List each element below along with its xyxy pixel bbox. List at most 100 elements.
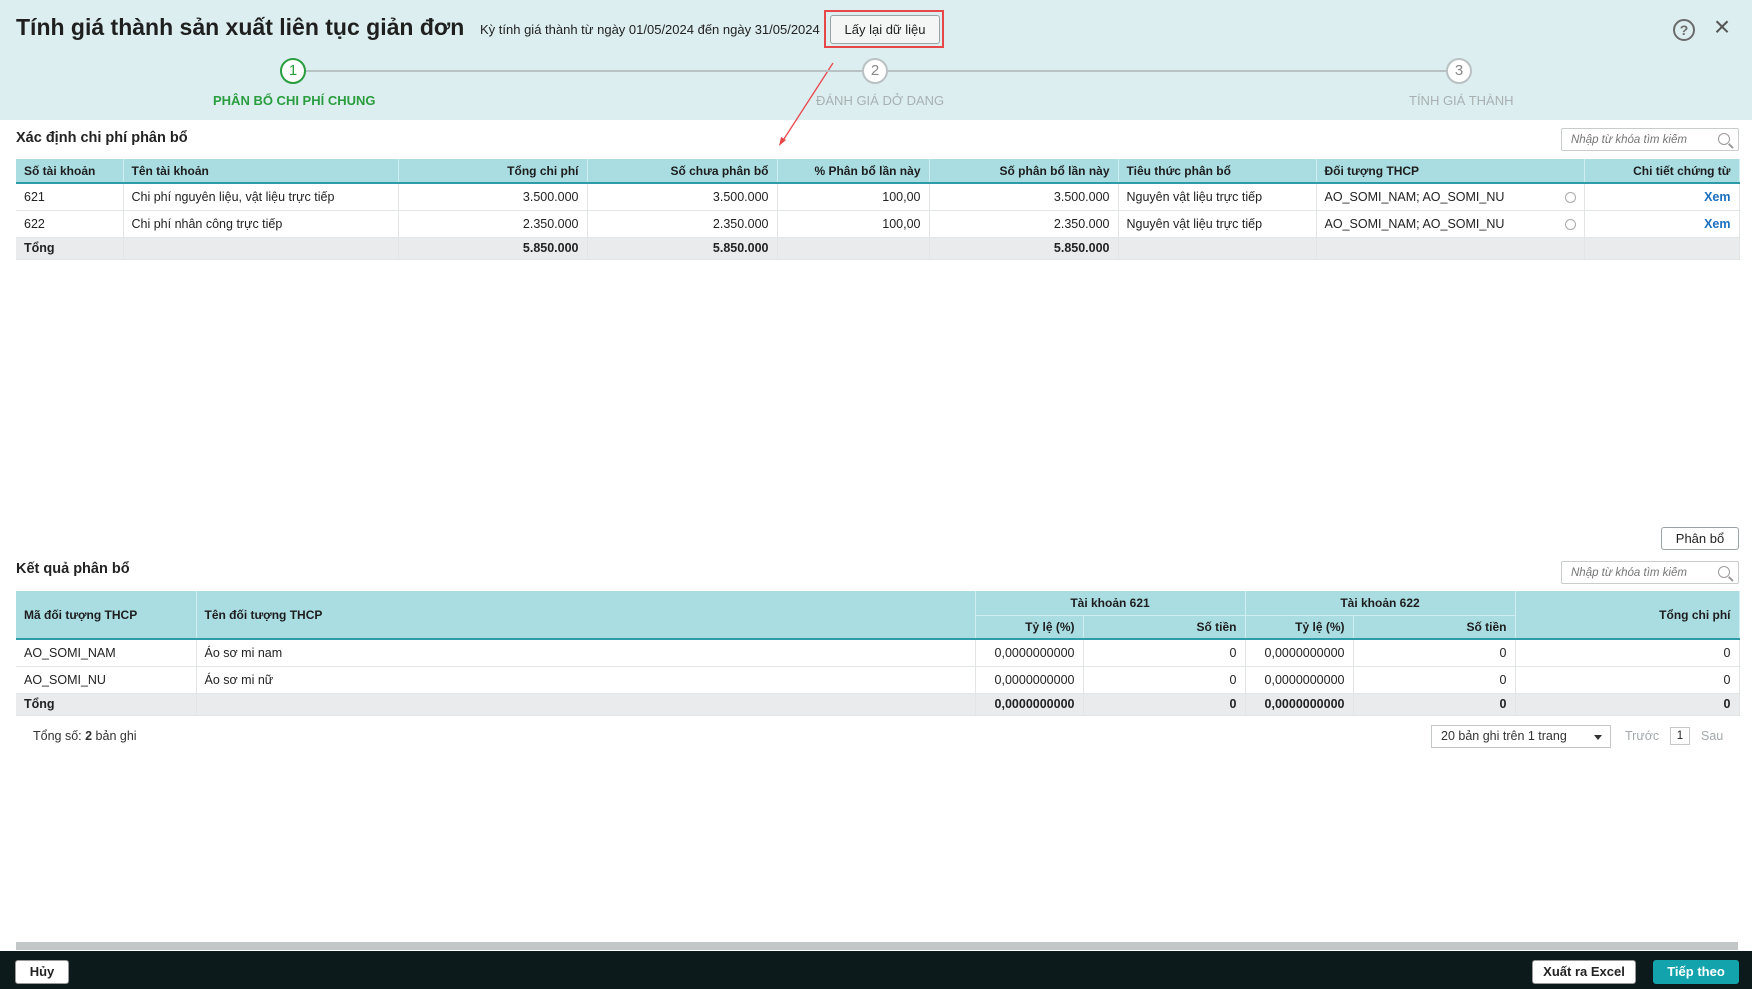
total-cost-cell: 0 <box>1515 639 1740 667</box>
allocation-search-input[interactable] <box>1562 129 1712 150</box>
question-circle-icon[interactable]: ? <box>1673 19 1695 41</box>
allocation-search[interactable] <box>1561 128 1739 151</box>
allocated-cell: 2.350.000 <box>929 210 1119 238</box>
result-search[interactable] <box>1561 561 1739 584</box>
table-row[interactable]: AO_SOMI_NU Áo sơ mi nữ 0,0000000000 0 0,… <box>16 666 1740 694</box>
objects-text: AO_SOMI_NAM; AO_SOMI_NU <box>1324 189 1505 204</box>
col-allocated: Số phân bổ lần này <box>929 159 1119 183</box>
table-row[interactable]: AO_SOMI_NAM Áo sơ mi nam 0,0000000000 0 … <box>16 639 1740 667</box>
reload-data-button[interactable]: Lấy lại dữ liệu <box>830 15 940 44</box>
annotation-arrow <box>779 62 834 146</box>
col-ratio-621: Tỷ lệ (%) <box>975 614 1084 639</box>
col-amount-622: Số tiền <box>1353 614 1516 639</box>
ratio-622-cell: 0,0000000000 <box>1245 666 1354 694</box>
amount-621-cell: 0 <box>1083 639 1246 667</box>
next-page-link[interactable]: Sau <box>1701 729 1723 743</box>
close-icon[interactable]: × <box>1710 13 1734 41</box>
search-icon[interactable] <box>1718 566 1730 578</box>
objects-cell[interactable]: AO_SOMI_NAM; AO_SOMI_NU <box>1316 210 1585 238</box>
criteria-cell[interactable]: Nguyên vật liệu trực tiếp <box>1118 183 1317 211</box>
total-label: Tổng <box>16 237 124 260</box>
cancel-button[interactable]: Hủy <box>15 960 69 984</box>
search-icon[interactable] <box>1718 133 1730 145</box>
result-title: Kết quả phân bổ <box>16 561 130 577</box>
page-number[interactable]: 1 <box>1670 727 1690 745</box>
result-header-row: Mã đối tượng THCP Tên đối tượng THCP Tài… <box>16 591 1740 639</box>
col-amount-621: Số tiền <box>1083 614 1246 639</box>
total-cost-sum: 0 <box>1515 693 1740 716</box>
col-object-name: Tên đối tượng THCP <box>196 591 976 639</box>
page-size-select[interactable]: 20 bản ghi trên 1 trang <box>1431 725 1611 748</box>
search-icon[interactable] <box>1564 218 1576 230</box>
ratio-622-sum: 0,0000000000 <box>1245 693 1354 716</box>
result-search-input[interactable] <box>1562 562 1712 583</box>
empty-cell <box>777 237 930 260</box>
criteria-cell[interactable]: Nguyên vật liệu trực tiếp <box>1118 210 1317 238</box>
record-count-prefix: Tổng số: <box>33 729 86 743</box>
prev-page-link[interactable]: Trước <box>1625 729 1659 743</box>
view-detail-link[interactable]: Xem <box>1584 210 1740 238</box>
col-total-cost: Tổng chi phí <box>398 159 588 183</box>
empty-cell <box>1316 237 1585 260</box>
col-percent: % Phân bổ lần này <box>777 159 930 183</box>
col-objects: Đối tượng THCP <box>1316 159 1585 183</box>
table-row[interactable]: 621 Chi phí nguyên liệu, vật liệu trực t… <box>16 183 1740 211</box>
dialog-footer <box>0 951 1752 989</box>
empty-cell <box>123 237 399 260</box>
col-detail: Chi tiết chứng từ <box>1584 159 1740 183</box>
object-name-cell: Áo sơ mi nữ <box>196 666 976 694</box>
search-icon[interactable] <box>1564 191 1576 203</box>
ratio-621-cell: 0,0000000000 <box>975 666 1084 694</box>
col-group-621: Tài khoản 621 <box>975 591 1246 615</box>
table-row[interactable]: 622 Chi phí nhân công trực tiếp 2.350.00… <box>16 210 1740 238</box>
ratio-622-cell: 0,0000000000 <box>1245 639 1354 667</box>
amount-621-sum: 0 <box>1083 693 1246 716</box>
period-text: Kỳ tính giá thành từ ngày 01/05/2024 đến… <box>480 22 820 37</box>
amount-621-cell: 0 <box>1083 666 1246 694</box>
next-step-button[interactable]: Tiếp theo <box>1653 960 1739 984</box>
step-2-label: ĐÁNH GIÁ DỞ DANG <box>816 93 945 108</box>
account-name-cell: Chi phí nguyên liệu, vật liệu trực tiếp <box>123 183 399 211</box>
account-cell: 622 <box>16 210 124 238</box>
col-criteria: Tiêu thức phân bổ <box>1118 159 1317 183</box>
total-label: Tổng <box>16 693 197 716</box>
unallocated-sum: 5.850.000 <box>587 237 778 260</box>
total-cost-cell: 3.500.000 <box>398 183 588 211</box>
unallocated-cell: 2.350.000 <box>587 210 778 238</box>
total-row: Tổng 0,0000000000 0 0,0000000000 0 0 <box>16 693 1740 716</box>
col-unallocated: Số chưa phân bổ <box>587 159 778 183</box>
allocation-title: Xác định chi phí phân bổ <box>16 130 188 146</box>
objects-cell[interactable]: AO_SOMI_NAM; AO_SOMI_NU <box>1316 183 1585 211</box>
percent-cell[interactable]: 100,00 <box>777 210 930 238</box>
total-cost-sum: 5.850.000 <box>398 237 588 260</box>
col-ratio-622: Tỷ lệ (%) <box>1245 614 1354 639</box>
objects-text: AO_SOMI_NAM; AO_SOMI_NU <box>1324 216 1505 231</box>
object-code-cell: AO_SOMI_NU <box>16 666 197 694</box>
col-total-cost: Tổng chi phí <box>1515 591 1740 639</box>
col-group-622: Tài khoản 622 <box>1245 591 1516 615</box>
unallocated-cell: 3.500.000 <box>587 183 778 211</box>
step-1-label: PHÂN BỔ CHI PHÍ CHUNG <box>213 93 376 108</box>
horizontal-scrollbar[interactable] <box>16 942 1738 950</box>
ratio-621-sum: 0,0000000000 <box>975 693 1084 716</box>
step-2-circle[interactable]: 2 <box>862 58 888 84</box>
total-cost-cell: 2.350.000 <box>398 210 588 238</box>
object-code-cell: AO_SOMI_NAM <box>16 639 197 667</box>
total-row: Tổng 5.850.000 5.850.000 5.850.000 <box>16 237 1740 260</box>
account-cell: 621 <box>16 183 124 211</box>
page-size-value: 20 bản ghi trên 1 trang <box>1441 729 1567 743</box>
allocate-button[interactable]: Phân bổ <box>1661 527 1739 550</box>
amount-622-cell: 0 <box>1353 666 1516 694</box>
amount-622-sum: 0 <box>1353 693 1516 716</box>
step-1-circle[interactable]: 1 <box>280 58 306 84</box>
col-account: Số tài khoản <box>16 159 124 183</box>
allocation-table: Số tài khoản Tên tài khoản Tổng chi phí … <box>16 159 1740 260</box>
empty-cell <box>1118 237 1317 260</box>
allocation-header-row: Số tài khoản Tên tài khoản Tổng chi phí … <box>16 159 1740 183</box>
record-count-suffix: bản ghi <box>92 729 137 743</box>
empty-cell <box>1584 237 1740 260</box>
percent-cell[interactable]: 100,00 <box>777 183 930 211</box>
export-excel-button[interactable]: Xuất ra Excel <box>1532 960 1636 984</box>
step-3-circle[interactable]: 3 <box>1446 58 1472 84</box>
view-detail-link[interactable]: Xem <box>1584 183 1740 211</box>
